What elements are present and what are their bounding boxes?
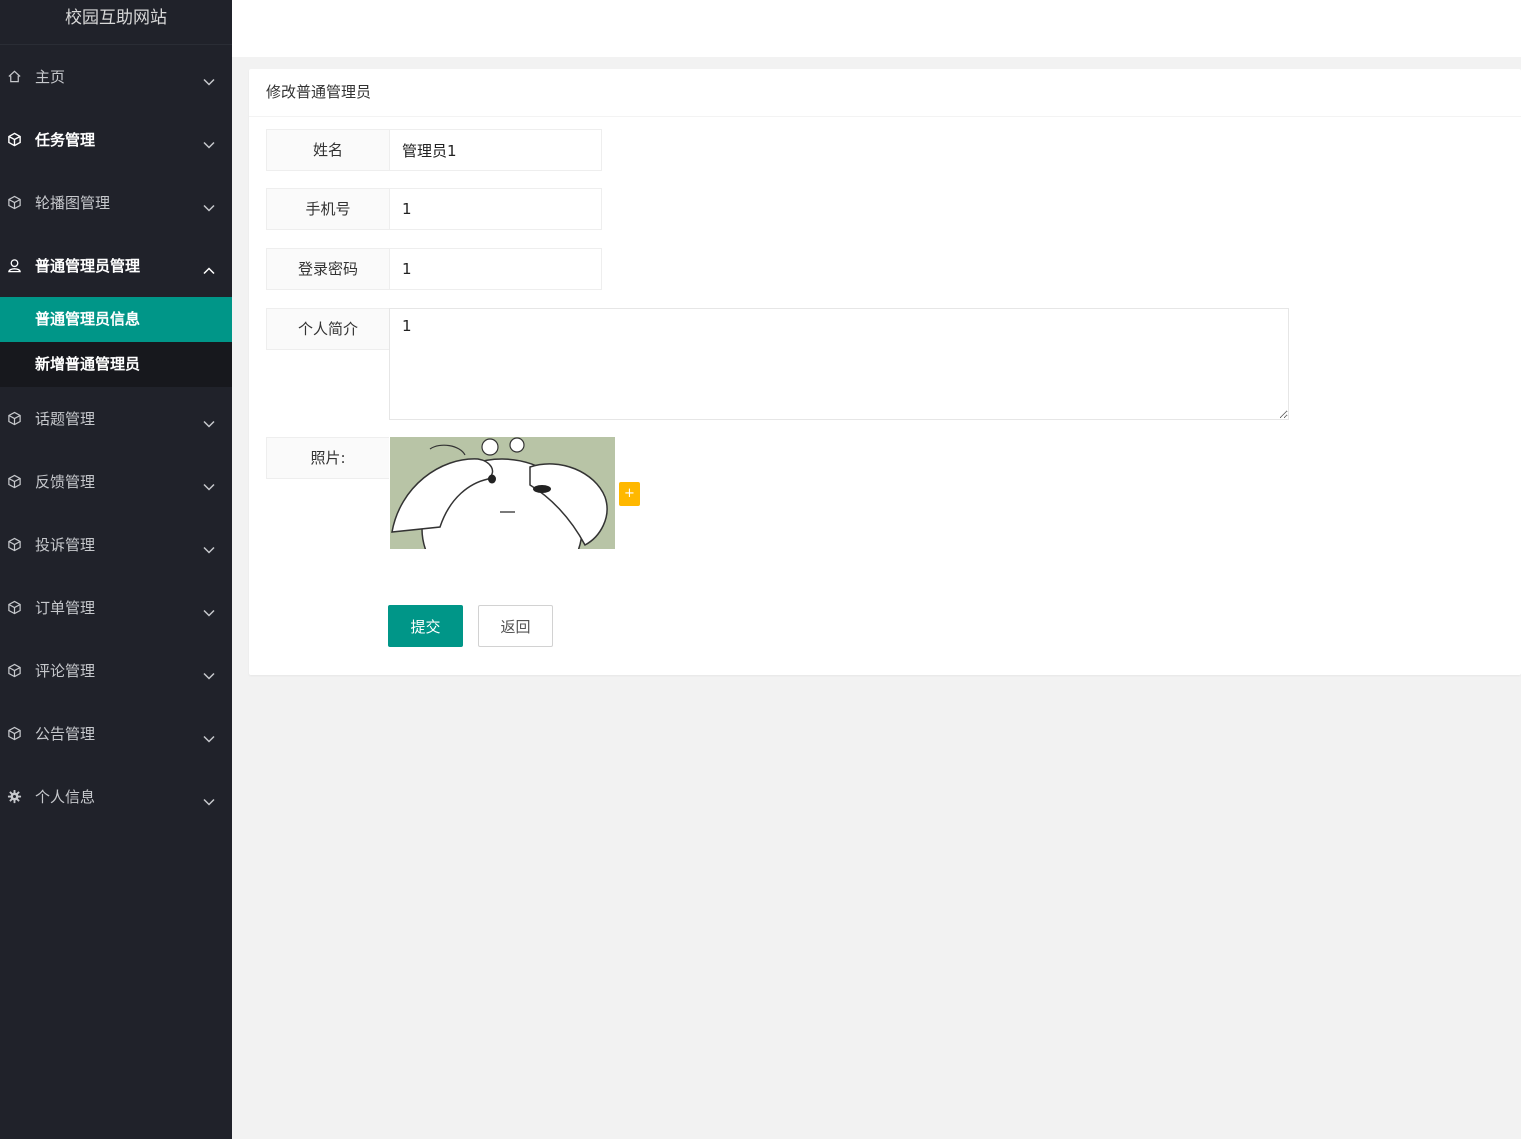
sidebar-item-complaints[interactable]: 投诉管理 — [0, 513, 232, 576]
submenu-item-admin-info[interactable]: 普通管理员信息 — [0, 297, 232, 342]
sidebar-item-profile[interactable]: 个人信息 — [0, 765, 232, 828]
sidebar-item-label: 公告管理 — [35, 725, 96, 743]
chevron-down-icon — [202, 201, 216, 215]
user-icon — [6, 257, 23, 274]
sidebar-item-label: 评论管理 — [35, 662, 96, 680]
photo-image — [390, 437, 615, 549]
form-row-intro: 个人简介 1 — [266, 308, 1289, 420]
chevron-down-icon — [202, 75, 216, 89]
submenu-item-add-admin[interactable]: 新增普通管理员 — [0, 342, 232, 387]
chevron-down-icon — [202, 669, 216, 683]
cube-icon — [6, 536, 23, 553]
chevron-down-icon — [202, 732, 216, 746]
chevron-up-icon — [202, 264, 216, 278]
chevron-down-icon — [202, 795, 216, 809]
intro-textarea[interactable]: 1 — [389, 308, 1289, 420]
cube-icon — [6, 599, 23, 616]
edit-admin-card: 修改普通管理员 姓名 手机号 登录密码 个人简介 1 照片: — [249, 69, 1521, 675]
phone-input[interactable] — [389, 188, 602, 230]
form-row-name: 姓名 — [266, 129, 602, 171]
sidebar-item-feedback[interactable]: 反馈管理 — [0, 450, 232, 513]
chevron-down-icon — [202, 417, 216, 431]
intro-label: 个人简介 — [266, 308, 389, 350]
sidebar-item-label: 话题管理 — [35, 410, 96, 428]
photo-label: 照片: — [266, 437, 389, 479]
sidebar-item-label: 任务管理 — [35, 131, 96, 149]
cube-icon — [6, 725, 23, 742]
cube-icon — [6, 194, 23, 211]
add-photo-button[interactable]: + — [619, 482, 640, 506]
site-brand: 校园互助网站 — [0, 0, 232, 45]
sidebar-item-tasks[interactable]: 任务管理 — [0, 108, 232, 171]
form-row-photo: 照片: + — [266, 437, 640, 549]
home-icon — [6, 68, 23, 85]
form-row-password: 登录密码 — [266, 248, 602, 290]
chevron-down-icon — [202, 606, 216, 620]
sidebar-item-label: 主页 — [35, 68, 66, 86]
sidebar-item-orders[interactable]: 订单管理 — [0, 576, 232, 639]
card-title: 修改普通管理员 — [249, 69, 1521, 117]
sidebar-item-label: 投诉管理 — [35, 536, 96, 554]
photo-preview — [390, 437, 615, 549]
sidebar-item-announcements[interactable]: 公告管理 — [0, 702, 232, 765]
password-label: 登录密码 — [266, 248, 389, 290]
submit-button[interactable]: 提交 — [388, 605, 463, 647]
cube-icon — [6, 131, 23, 148]
cube-icon — [6, 662, 23, 679]
chevron-down-icon — [202, 543, 216, 557]
chevron-down-icon — [202, 480, 216, 494]
sidebar-item-home[interactable]: 主页 — [0, 45, 232, 108]
sidebar-item-label: 轮播图管理 — [35, 194, 111, 212]
cube-icon — [6, 410, 23, 427]
sidebar-item-topics[interactable]: 话题管理 — [0, 387, 232, 450]
sidebar-item-carousel[interactable]: 轮播图管理 — [0, 171, 232, 234]
phone-label: 手机号 — [266, 188, 389, 230]
admin-submenu: 普通管理员信息 新增普通管理员 — [0, 297, 232, 387]
sidebar-item-label: 普通管理员管理 — [35, 257, 141, 275]
sidebar-item-comments[interactable]: 评论管理 — [0, 639, 232, 702]
password-input[interactable] — [389, 248, 602, 290]
chevron-down-icon — [202, 138, 216, 152]
back-button[interactable]: 返回 — [478, 605, 553, 647]
name-input[interactable] — [389, 129, 602, 171]
sidebar: 校园互助网站 主页 任务管理 轮播图管理 普通管理员管理 普通管理员信息 新增普… — [0, 0, 232, 1139]
form-row-phone: 手机号 — [266, 188, 602, 230]
sidebar-item-label: 反馈管理 — [35, 473, 96, 491]
gear-icon — [6, 788, 23, 805]
sidebar-item-label: 个人信息 — [35, 788, 96, 806]
cube-icon — [6, 473, 23, 490]
sidebar-item-label: 订单管理 — [35, 599, 96, 617]
name-label: 姓名 — [266, 129, 389, 171]
top-header — [232, 0, 1521, 57]
sidebar-item-admin-management[interactable]: 普通管理员管理 — [0, 234, 232, 297]
